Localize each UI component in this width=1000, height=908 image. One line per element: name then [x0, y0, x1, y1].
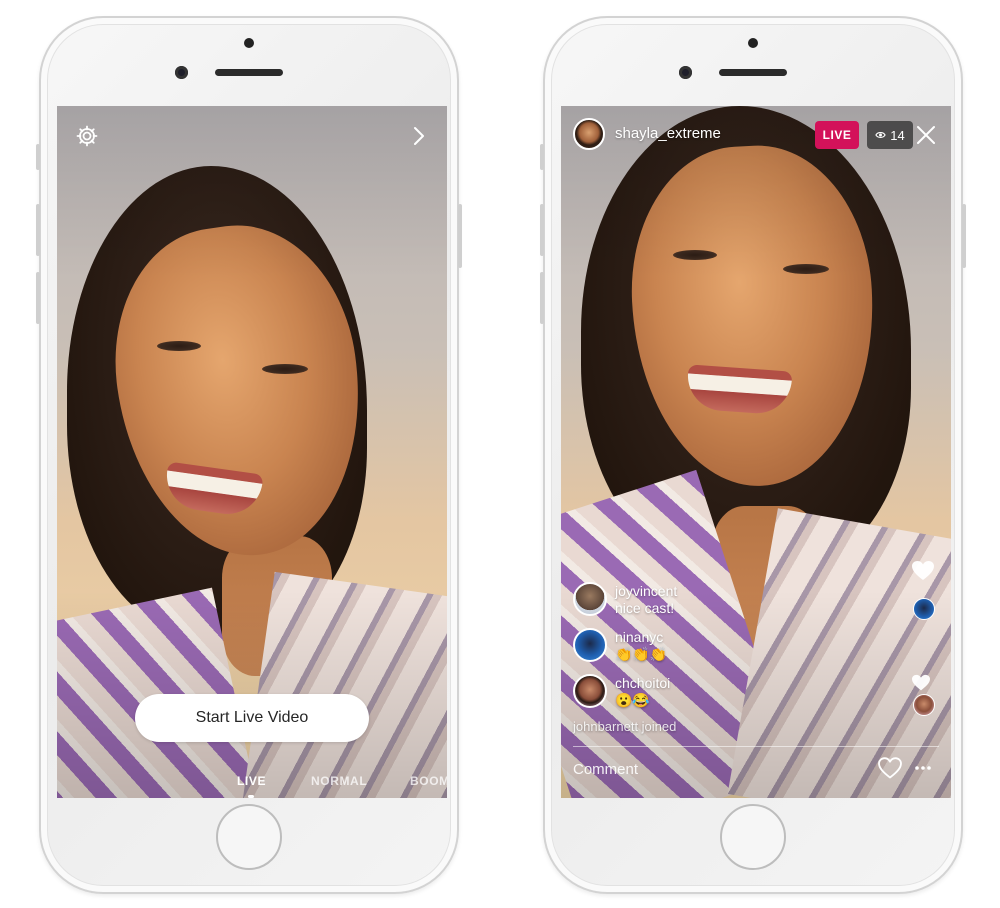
heart-icon[interactable] — [877, 756, 903, 780]
live-header: shayla_extreme LIVE 14 — [573, 118, 939, 150]
comment-divider — [573, 746, 939, 747]
comment-text: 😮😂 — [615, 692, 650, 708]
joined-notice: johnbarnett joined — [573, 719, 677, 734]
comment-username[interactable]: chchoitoi — [615, 675, 670, 691]
phone-frame-left: Start Live Video LIVE NORMAL BOOM — [36, 16, 462, 894]
tab-boomerang[interactable]: BOOM — [410, 774, 447, 788]
power-button — [458, 204, 462, 268]
home-button[interactable] — [216, 804, 282, 870]
mute-switch — [540, 144, 544, 170]
comment-text: nice cast! — [615, 600, 675, 616]
viewer-count-badge[interactable]: 14 — [867, 121, 913, 149]
volume-down-button — [36, 272, 40, 324]
camera-preview-screen: Start Live Video LIVE NORMAL BOOM — [57, 106, 447, 798]
phone-frame-right: shayla_extreme LIVE 14 joyvincent nice c… — [540, 16, 966, 894]
chevron-right-icon[interactable] — [411, 126, 427, 146]
host-username[interactable]: shayla_extreme — [615, 125, 721, 142]
viewer-count: 14 — [890, 127, 905, 143]
floating-heart-icon — [912, 561, 934, 580]
comment-text: 👏👏👏 — [615, 646, 668, 662]
home-button[interactable] — [720, 804, 786, 870]
commenter-avatar[interactable] — [573, 582, 607, 616]
host-avatar[interactable] — [573, 118, 605, 150]
mute-switch — [36, 144, 40, 170]
commenter-avatar[interactable] — [573, 674, 607, 708]
volume-up-button — [36, 204, 40, 256]
power-button — [962, 204, 966, 268]
floating-heart-avatar — [913, 598, 935, 620]
tab-normal[interactable]: NORMAL — [311, 774, 367, 788]
tab-live[interactable]: LIVE — [237, 774, 266, 788]
floating-heart-icon — [912, 674, 930, 691]
front-camera — [175, 66, 188, 79]
comment-username[interactable]: joyvincent — [615, 583, 677, 599]
proximity-sensor — [748, 38, 758, 48]
volume-up-button — [540, 204, 544, 256]
start-live-video-button[interactable]: Start Live Video — [135, 694, 369, 742]
comment-username[interactable]: ninanyc — [615, 629, 663, 645]
live-broadcast-screen: shayla_extreme LIVE 14 joyvincent nice c… — [561, 106, 951, 798]
proximity-sensor — [244, 38, 254, 48]
active-tab-indicator — [248, 795, 254, 798]
commenter-avatar[interactable] — [573, 628, 607, 662]
comment-input[interactable] — [573, 754, 863, 784]
volume-down-button — [540, 272, 544, 324]
floating-heart-avatar — [913, 694, 935, 716]
gear-icon[interactable] — [75, 124, 99, 148]
live-badge: LIVE — [815, 121, 859, 149]
earpiece-speaker — [215, 69, 283, 76]
more-icon[interactable] — [913, 758, 933, 778]
front-camera — [679, 66, 692, 79]
close-icon[interactable] — [915, 124, 937, 146]
earpiece-speaker — [719, 69, 787, 76]
eye-icon — [875, 132, 886, 138]
